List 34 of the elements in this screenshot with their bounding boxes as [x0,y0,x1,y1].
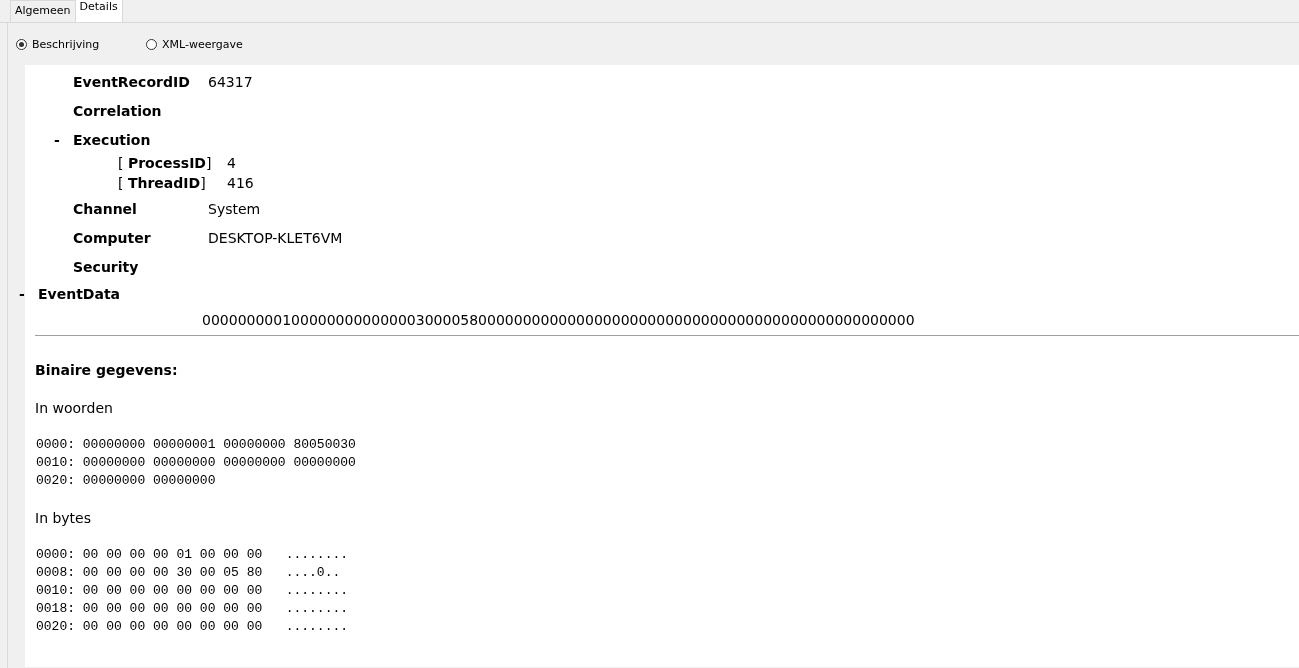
attribute-name: [ ThreadID] [118,174,207,191]
group-name: Execution [73,131,152,148]
field-name: Correlation [73,102,163,119]
hex-dump-line: 0020: 00 00 00 00 00 00 00 00 ........ [36,618,350,636]
radio-icon[interactable] [146,38,157,50]
tab[interactable]: Algemeen [10,0,76,22]
collapse-toggle[interactable]: - [19,286,38,302]
field-name: Computer [73,229,152,246]
tab[interactable]: Details [74,0,123,22]
field-name: EventRecordID [73,73,191,90]
event-data-value: 00000000010000000000000030000580000000000000000000000000000000000000000000000000 [201,311,916,330]
section-subtitle: In woorden [34,399,114,418]
group-name: EventData [38,286,121,302]
section-subtitle: In bytes [34,509,93,528]
hex-dump-line: 0000: 00 00 00 00 01 00 00 00 ........ [36,546,350,564]
hex-dump-line: 0008: 00 00 00 00 30 00 05 80 ....0.. [36,564,342,582]
view-radio-option[interactable]: Beschrijving [16,34,116,54]
hex-dump-line: 0010: 00 00 00 00 00 00 00 00 ........ [36,582,350,600]
attribute-value: 4 [227,154,236,171]
field-value: DESKTOP-KLET6VM [208,229,343,246]
hex-dump-line: 0010: 00000000 00000000 00000000 00000000 [36,454,357,472]
radio-icon[interactable] [16,38,27,50]
field-name: Security [73,258,140,275]
view-radio-option[interactable]: XML-weergave [146,34,246,54]
field-name: Channel [73,200,138,217]
field-value: System [208,200,261,217]
collapse-toggle[interactable]: - [54,131,73,148]
attribute-value: 416 [227,174,254,191]
attribute-name: [ ProcessID] [118,154,213,171]
field-value: 64317 [208,73,253,90]
hex-dump-line: 0020: 00000000 00000000 [36,472,217,490]
hex-dump-line: 0018: 00 00 00 00 00 00 00 00 ........ [36,600,350,618]
hex-dump-line: 0000: 00000000 00000001 00000000 80050030 [36,436,357,454]
section-title: Binaire gegevens: [34,361,179,380]
